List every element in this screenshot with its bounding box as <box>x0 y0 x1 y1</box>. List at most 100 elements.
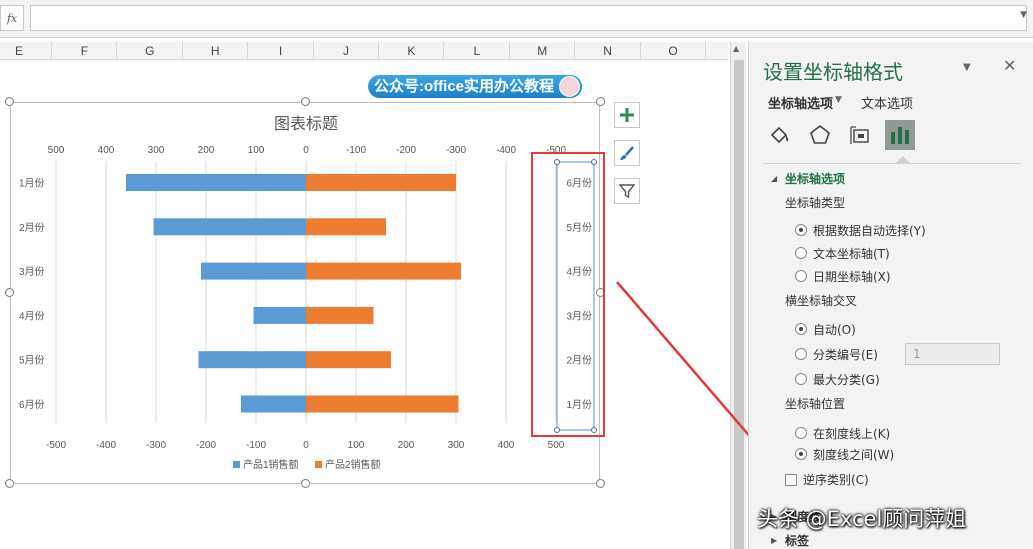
chart-elements-button[interactable] <box>614 102 640 128</box>
resize-handle[interactable] <box>596 97 605 106</box>
resize-handle[interactable] <box>301 97 310 106</box>
reverse-categories-checkbox[interactable] <box>785 474 797 486</box>
collapse-caret-icon[interactable]: ◢ <box>771 174 777 183</box>
chevron-down-icon[interactable]: ▼ <box>963 62 971 73</box>
x-tick-label-bottom: -400 <box>96 440 116 451</box>
x-tick-label-top: 400 <box>98 145 115 156</box>
radio-position-on-tick[interactable] <box>795 427 807 439</box>
radio-label[interactable]: 日期坐标轴(X) <box>813 268 891 285</box>
section-title[interactable]: 坐标轴选项 <box>785 170 845 187</box>
column-header-F[interactable]: F <box>52 42 118 60</box>
axis-options-bars-icon[interactable] <box>885 120 915 150</box>
radio-cross-max-category[interactable] <box>795 373 807 385</box>
radio-axis-type-date[interactable] <box>795 270 807 282</box>
filter-icon <box>619 184 635 199</box>
y-category-label: 4月份 <box>19 310 45 322</box>
tab-text-options[interactable]: 文本选项 <box>861 93 913 112</box>
x-tick-label-top: 200 <box>198 145 215 156</box>
bar-series2 <box>306 351 391 369</box>
legend-swatch <box>233 461 240 468</box>
x-tick-label-top: -400 <box>496 145 516 156</box>
fill-line-icon[interactable] <box>765 120 795 150</box>
resize-handle[interactable] <box>5 97 14 106</box>
close-icon[interactable]: ✕ <box>1003 56 1016 75</box>
radio-axis-type-auto[interactable] <box>795 224 807 236</box>
tab-axis-options[interactable]: 坐标轴选项 <box>768 93 833 112</box>
column-header-K[interactable]: K <box>379 42 445 60</box>
chevron-down-icon[interactable]: ▼ <box>835 95 842 105</box>
resize-handle[interactable] <box>596 479 605 488</box>
insert-function-button[interactable]: fx <box>0 5 24 31</box>
y-category-label: 3月份 <box>19 266 45 278</box>
bar-series2 <box>306 218 386 236</box>
column-header-L[interactable]: L <box>445 42 510 60</box>
radio-cross-auto[interactable] <box>795 323 807 335</box>
x-tick-label-bottom: 500 <box>548 440 565 451</box>
bar-series1 <box>153 218 306 236</box>
radio-axis-type-text[interactable] <box>795 247 807 259</box>
effects-pentagon-icon[interactable] <box>805 120 835 150</box>
format-axis-pane: 设置坐标轴格式 ▼ ✕ 坐标轴选项 ▼ 文本选项 ◢ 坐标轴选项 坐标轴类型 根… <box>748 42 1033 549</box>
column-header-O[interactable]: O <box>641 42 706 60</box>
resize-handle[interactable] <box>301 479 310 488</box>
position-label: 坐标轴位置 <box>785 397 846 411</box>
radio-label[interactable]: 分类编号(E) <box>813 346 878 363</box>
divider <box>763 163 1021 164</box>
radio-label[interactable]: 自动(O) <box>813 321 856 338</box>
x-tick-label-top: -300 <box>446 145 466 156</box>
resize-handle[interactable] <box>5 479 14 488</box>
column-header-M[interactable]: M <box>510 42 576 60</box>
scroll-up-icon[interactable]: ▲ <box>733 44 739 53</box>
x-tick-label-bottom: 300 <box>448 440 465 451</box>
radio-label[interactable]: 刻度线之间(W) <box>813 446 894 463</box>
resize-handle[interactable] <box>5 288 14 297</box>
column-header-I[interactable]: I <box>249 42 314 60</box>
bar-series2 <box>306 262 461 280</box>
chevron-down-icon[interactable]: ▼ <box>1020 10 1027 20</box>
reverse-categories-label[interactable]: 逆序类别(C) <box>803 471 869 488</box>
pane-title: 设置坐标轴格式 <box>763 60 903 84</box>
column-headers: EFGHIJKLMNO <box>0 42 728 60</box>
x-tick-label-top: 0 <box>303 145 309 156</box>
x-tick-label-top: 100 <box>248 145 265 156</box>
watermark-banner: 公众号:office实用办公教程 <box>368 75 583 98</box>
axis-type-label: 坐标轴类型 <box>785 196 846 210</box>
bar-series1 <box>201 262 306 280</box>
x-tick-label-bottom: -300 <box>146 440 166 451</box>
chart-filters-button[interactable] <box>614 178 640 204</box>
x-tick-label-bottom: -500 <box>46 440 66 451</box>
y-category-label: 6月份 <box>19 399 45 411</box>
x-tick-label-bottom: -200 <box>196 440 216 451</box>
x-tick-label-bottom: 400 <box>498 440 515 451</box>
column-header-G[interactable]: G <box>118 42 183 60</box>
radio-label[interactable]: 最大分类(G) <box>813 371 880 388</box>
labels-section[interactable]: 标签 <box>785 532 809 549</box>
y-category-label: 2月份 <box>19 222 45 234</box>
column-header-J[interactable]: J <box>314 42 379 60</box>
column-header-E[interactable]: E <box>0 42 52 60</box>
radio-label[interactable]: 在刻度线上(K) <box>813 425 890 442</box>
fx-label: fx <box>6 11 18 25</box>
bar-chart: 图表标题 -500 -400 -300 -200 -100 0 100 200 300 400 500… <box>19 115 597 471</box>
x-tick-label-bottom: 100 <box>348 440 365 451</box>
category-number-input[interactable]: 1 <box>905 343 1000 365</box>
formula-bar: fx ▼ <box>0 0 1033 38</box>
chart-area[interactable]: 图表标题 -500 -400 -300 -200 -100 0 100 200 300 400 500… <box>10 102 600 484</box>
chart-styles-button[interactable] <box>614 140 640 166</box>
x-tick-label-bottom: 0 <box>303 440 309 451</box>
brush-icon <box>620 146 634 160</box>
expand-caret-icon[interactable]: ▶ <box>771 536 777 545</box>
bar-series2 <box>306 395 459 413</box>
column-header-N[interactable]: N <box>576 42 641 60</box>
x-tick-label-top: -100 <box>346 145 366 156</box>
column-header-H[interactable]: H <box>183 42 249 60</box>
bar-series2 <box>306 174 456 191</box>
radio-cross-category-number[interactable] <box>795 348 807 360</box>
radio-label[interactable]: 根据数据自动选择(Y) <box>813 222 926 239</box>
formula-input[interactable] <box>30 5 1027 31</box>
size-properties-icon[interactable] <box>845 120 875 150</box>
legend-label: 产品2销售额 <box>325 458 381 471</box>
plus-icon <box>620 108 634 122</box>
radio-label[interactable]: 文本坐标轴(T) <box>813 245 890 262</box>
radio-position-between-tick[interactable] <box>795 448 807 460</box>
